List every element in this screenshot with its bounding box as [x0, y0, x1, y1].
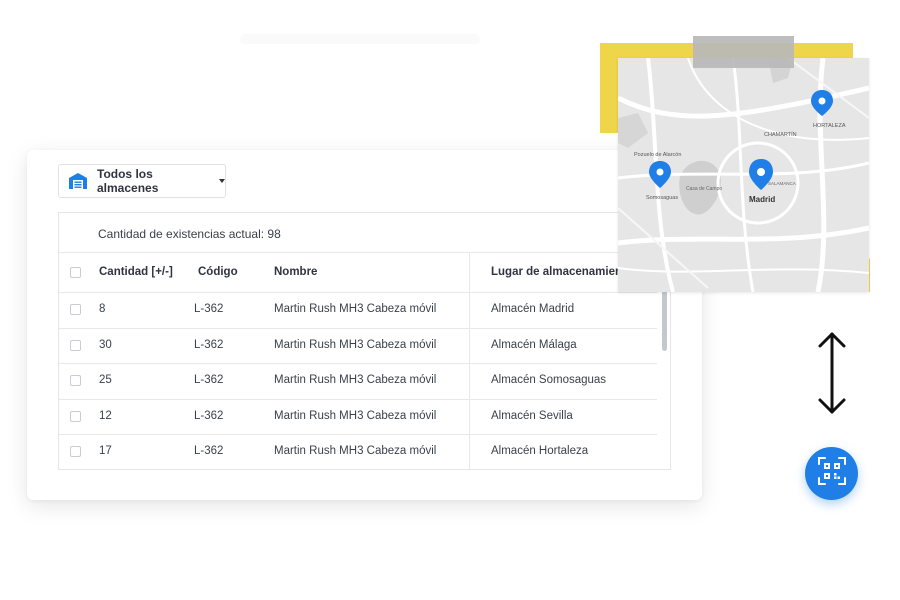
divider: [59, 399, 657, 400]
warehouse-icon: [68, 171, 88, 191]
scan-qr-button[interactable]: [805, 447, 858, 500]
cell-code: L-362: [194, 445, 224, 457]
cell-code: L-362: [194, 339, 224, 351]
cell-quantity: 30: [99, 339, 112, 351]
stock-panel: Todos los almacenes Cantidad de existenc…: [27, 150, 702, 500]
row-checkbox[interactable]: [70, 446, 81, 457]
column-divider: [469, 252, 470, 469]
stock-summary: Cantidad de existencias actual: 98: [98, 227, 281, 241]
double-arrow-icon: [816, 330, 848, 416]
cell-name: Martin Rush MH3 Cabeza móvil: [274, 303, 437, 315]
qr-code-scan-icon: [817, 456, 847, 491]
cell-name: Martin Rush MH3 Cabeza móvil: [274, 445, 437, 457]
column-header-location[interactable]: Lugar de almacenamiento: [491, 266, 633, 278]
map-label-madrid: Madrid: [749, 195, 775, 204]
cell-quantity: 12: [99, 410, 112, 422]
cell-location: Almacén Sevilla: [491, 410, 573, 422]
row-checkbox[interactable]: [70, 411, 81, 422]
chevron-down-icon: [219, 179, 225, 183]
map-graphic: HORTALEZA CHAMARTÍN Pozuelo de Alarcón S…: [618, 58, 869, 292]
cell-code: L-362: [194, 303, 224, 315]
divider: [59, 292, 657, 293]
select-all-checkbox[interactable]: [70, 267, 81, 278]
map-label-casa-campo: Casa de Campo: [686, 186, 722, 192]
cell-quantity: 8: [99, 303, 106, 315]
column-header-quantity[interactable]: Cantidad [+/-]: [99, 266, 173, 278]
map-label-somosaguas: Somosaguas: [646, 195, 678, 201]
warehouse-dropdown-label: Todos los almacenes: [97, 167, 159, 195]
column-header-name[interactable]: Nombre: [274, 266, 317, 278]
row-checkbox[interactable]: [70, 340, 81, 351]
row-checkbox[interactable]: [70, 375, 81, 386]
cell-quantity: 17: [99, 445, 112, 457]
cell-quantity: 25: [99, 374, 112, 386]
stock-table: Cantidad de existencias actual: 98 Canti…: [58, 212, 671, 470]
cell-location: Almacén Somosaguas: [491, 374, 607, 386]
divider: [59, 252, 670, 253]
map-label-hortaleza: HORTALEZA: [813, 123, 846, 129]
divider: [59, 328, 657, 329]
map-label-salamanca: SALAMANCA: [768, 181, 796, 186]
warehouse-map[interactable]: HORTALEZA CHAMARTÍN Pozuelo de Alarcón S…: [618, 58, 869, 292]
row-checkbox[interactable]: [70, 304, 81, 315]
map-label-chamartin: CHAMARTÍN: [764, 131, 797, 138]
table-scrollbar[interactable]: [662, 289, 667, 351]
warehouse-dropdown[interactable]: Todos los almacenes: [58, 164, 226, 198]
map-label-pozuelo: Pozuelo de Alarcón: [634, 152, 681, 158]
divider: [59, 363, 657, 364]
cell-code: L-362: [194, 410, 224, 422]
background-decoration: [240, 34, 480, 44]
column-header-code[interactable]: Código: [198, 266, 238, 278]
cell-name: Martin Rush MH3 Cabeza móvil: [274, 339, 437, 351]
cell-code: L-362: [194, 374, 224, 386]
tape-strip: [693, 36, 794, 68]
cell-name: Martin Rush MH3 Cabeza móvil: [274, 374, 437, 386]
cell-location: Almacén Málaga: [491, 339, 577, 351]
cell-name: Martin Rush MH3 Cabeza móvil: [274, 410, 437, 422]
divider: [59, 434, 657, 435]
cell-location: Almacén Madrid: [491, 303, 575, 315]
cell-location: Almacén Hortaleza: [491, 445, 589, 457]
